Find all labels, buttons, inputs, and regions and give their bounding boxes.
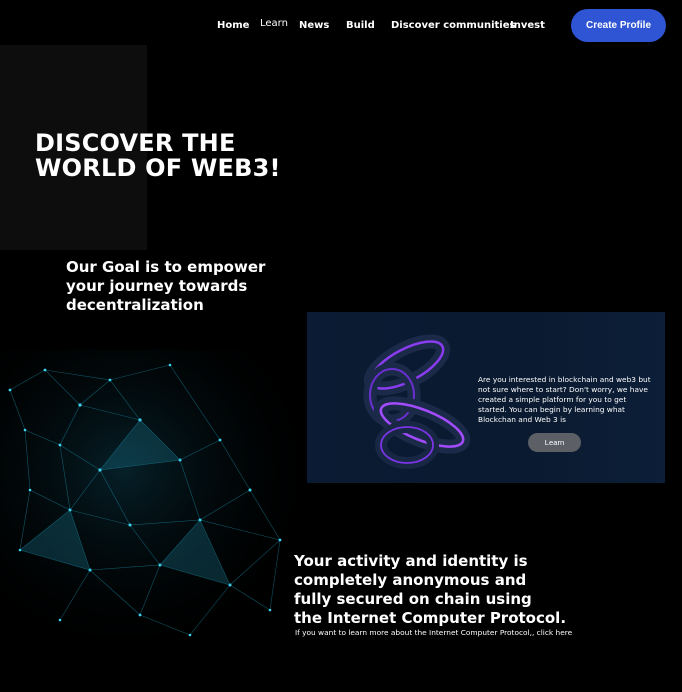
learn-button[interactable]: Learn [528, 433, 581, 452]
learn-card: Are you interested in blockchain and web… [307, 312, 665, 483]
icp-learn-more-link[interactable]: If you want to learn more about the Inte… [295, 628, 625, 637]
security-line: the Internet Computer Protocol. [294, 609, 567, 627]
security-line: Your activity and identity is [294, 552, 528, 570]
nav-news-link[interactable]: News [299, 20, 329, 31]
nav-learn-link[interactable]: Learn [260, 18, 288, 29]
learn-card-text: Are you interested in blockchain and web… [478, 375, 651, 424]
nav-discover-communities-link[interactable]: Discover communities [391, 20, 515, 31]
goal-heading: Our Goal is to empower your journey towa… [66, 258, 296, 315]
top-nav: Home Learn News Build Discover communiti… [0, 0, 682, 50]
twisted-rings-graphic [363, 334, 471, 469]
network-mesh-graphic [0, 350, 310, 650]
nav-invest-link[interactable]: Invest [510, 20, 545, 31]
goal-line: decentralization [66, 296, 204, 314]
nav-home-link[interactable]: Home [217, 20, 249, 31]
create-profile-button[interactable]: Create Profile [571, 9, 666, 42]
nav-build-link[interactable]: Build [346, 20, 375, 31]
hero-title-line: DISCOVER THE [35, 129, 236, 157]
security-line: fully secured on chain using [294, 590, 532, 608]
security-line: completely anonymous and [294, 571, 527, 589]
goal-line: Our Goal is to empower [66, 258, 266, 276]
hero-title-line: WORLD OF WEB3! [35, 154, 281, 182]
goal-line: your journey towards [66, 277, 248, 295]
security-heading: Your activity and identity is completely… [294, 552, 594, 628]
hero-title: DISCOVER THE WORLD OF WEB3! [35, 131, 335, 181]
